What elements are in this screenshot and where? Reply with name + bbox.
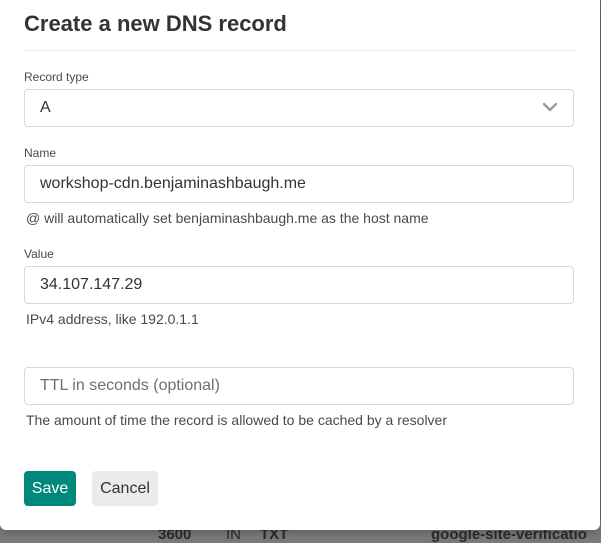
name-label: Name [24, 146, 57, 160]
save-button[interactable]: Save [24, 471, 76, 506]
cancel-button[interactable]: Cancel [92, 471, 158, 506]
name-input[interactable]: workshop-cdn.benjaminashbaugh.me [24, 165, 574, 203]
title-divider [24, 50, 576, 51]
create-dns-record-modal: Create a new DNS record Record type A Na… [0, 0, 600, 530]
chevron-down-icon [543, 102, 557, 112]
name-input-value: workshop-cdn.benjaminashbaugh.me [40, 175, 306, 192]
ttl-help-text: The amount of time the record is allowed… [26, 412, 447, 428]
ttl-input[interactable]: TTL in seconds (optional) [24, 367, 574, 405]
value-input-value: 34.107.147.29 [40, 276, 143, 293]
record-type-label: Record type [24, 70, 89, 84]
value-label: Value [24, 247, 54, 261]
name-help-text: @ will automatically set benjaminashbaug… [26, 210, 429, 226]
ttl-input-placeholder: TTL in seconds (optional) [40, 377, 220, 394]
value-help-text: IPv4 address, like 192.0.1.1 [26, 311, 199, 327]
value-input[interactable]: 34.107.147.29 [24, 266, 574, 304]
record-type-selected: A [40, 99, 51, 116]
modal-title: Create a new DNS record [24, 11, 287, 36]
record-type-select[interactable]: A [24, 89, 574, 127]
